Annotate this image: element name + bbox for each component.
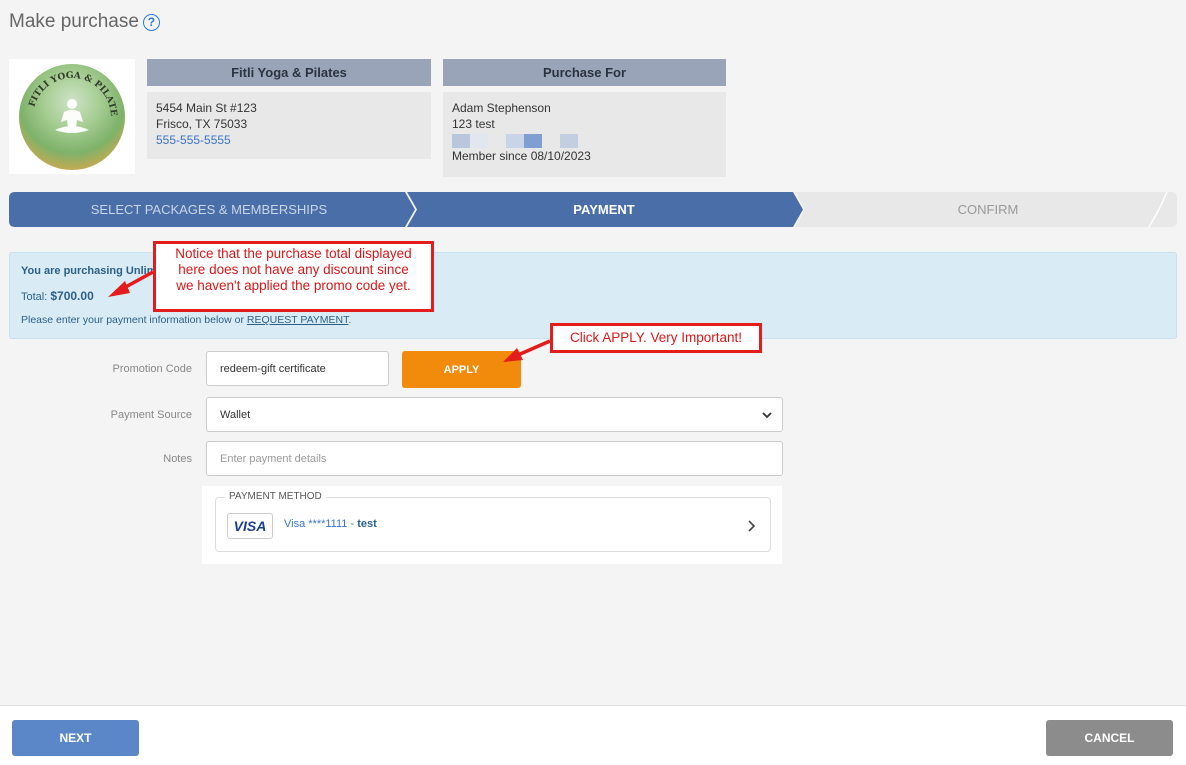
customer-line2: 123 test [452, 117, 495, 131]
total-line: Total: $700.00 [21, 289, 94, 303]
chevron-down-icon [762, 412, 772, 419]
annotation-apply-note: Click APPLY. Very Important! [550, 323, 762, 353]
promo-code-label: Promotion Code [112, 363, 193, 375]
payment-instruction: Please enter your payment information be… [21, 314, 351, 326]
studio-card: Fitli Yoga & Pilates 5454 Main St #123 F… [147, 59, 431, 159]
studio-phone[interactable]: 555-555-5555 [156, 132, 422, 148]
card-description: Visa ****1111 - test [284, 518, 377, 530]
studio-address-line2: Frisco, TX 75033 [156, 117, 248, 131]
step-confirm[interactable]: CONFIRM [799, 192, 1177, 227]
studio-logo: FITLI YOGA & PILATES [9, 59, 135, 174]
visa-icon: VISA [227, 513, 273, 539]
payment-source-select[interactable]: Wallet [206, 397, 783, 432]
apply-button[interactable]: APPLY [402, 351, 521, 388]
payment-source-label: Payment Source [110, 409, 192, 421]
redacted-swatch [542, 134, 560, 148]
payment-method-panel: PAYMENT METHOD VISA Visa ****1111 - test [202, 486, 782, 564]
member-since: Member since 08/10/2023 [452, 149, 591, 163]
yoga-logo-icon: FITLI YOGA & PILATES [19, 63, 125, 170]
purchase-for-card: Purchase For Adam Stephenson 123 test Me… [443, 59, 726, 177]
payment-method-legend: PAYMENT METHOD [225, 491, 326, 502]
step-payment[interactable]: PAYMENT [409, 192, 799, 227]
payment-source-value: Wallet [220, 408, 251, 421]
purchasing-text: You are purchasing Unlim [21, 265, 157, 277]
studio-address-line1: 5454 Main St #123 [156, 101, 257, 115]
next-button[interactable]: NEXT [12, 720, 139, 756]
step-select-packages[interactable]: SELECT PACKAGES & MEMBERSHIPS [9, 192, 409, 227]
redacted-swatch [524, 134, 542, 148]
payment-instruction-text: Please enter your payment information be… [21, 314, 244, 326]
customer-info-block: Adam Stephenson 123 test Member since 08… [443, 92, 726, 177]
redacted-swatches [452, 134, 717, 148]
annotation-total-line2: here does not have any discount since [178, 262, 409, 277]
payment-method-card[interactable]: PAYMENT METHOD VISA Visa ****1111 - test [215, 491, 771, 552]
checkout-stepper: SELECT PACKAGES & MEMBERSHIPS PAYMENT CO… [9, 192, 1177, 227]
studio-name: Fitli Yoga & Pilates [147, 59, 431, 86]
page-title-text: Make purchase [9, 11, 139, 32]
redacted-swatch [470, 134, 488, 148]
page-title: Make purchase ? [9, 11, 160, 33]
card-name: test [357, 518, 377, 530]
purchase-for-heading: Purchase For [443, 59, 726, 86]
payment-instruction-suffix: . [348, 314, 352, 326]
footer-bar: NEXT CANCEL [0, 705, 1186, 765]
card-number: Visa ****1111 - [284, 518, 355, 530]
notes-label: Notes [163, 453, 192, 465]
notes-input[interactable]: Enter payment details [206, 441, 783, 476]
total-label: Total: [21, 291, 48, 303]
total-value: $700.00 [50, 289, 94, 303]
redacted-swatch [488, 134, 506, 148]
customer-name: Adam Stephenson [452, 101, 551, 115]
annotation-total-line1: Notice that the purchase total displayed [175, 246, 412, 261]
studio-address-block: 5454 Main St #123 Frisco, TX 75033 555-5… [147, 92, 431, 159]
svg-text:FITLI YOGA & PILATES: FITLI YOGA & PILATES [19, 64, 118, 117]
cancel-button[interactable]: CANCEL [1046, 720, 1173, 756]
help-icon[interactable]: ? [142, 13, 160, 31]
promo-code-input[interactable]: redeem-gift certificate [206, 351, 389, 386]
request-payment-link[interactable]: REQUEST PAYMENT [247, 314, 349, 326]
redacted-swatch [452, 134, 470, 148]
redacted-swatch [560, 134, 578, 148]
redacted-swatch [506, 134, 524, 148]
annotation-total-line3: we haven't applied the promo code yet. [176, 278, 411, 293]
annotation-total-note: Notice that the purchase total displayed… [153, 241, 434, 312]
chevron-right-icon[interactable] [748, 520, 756, 532]
